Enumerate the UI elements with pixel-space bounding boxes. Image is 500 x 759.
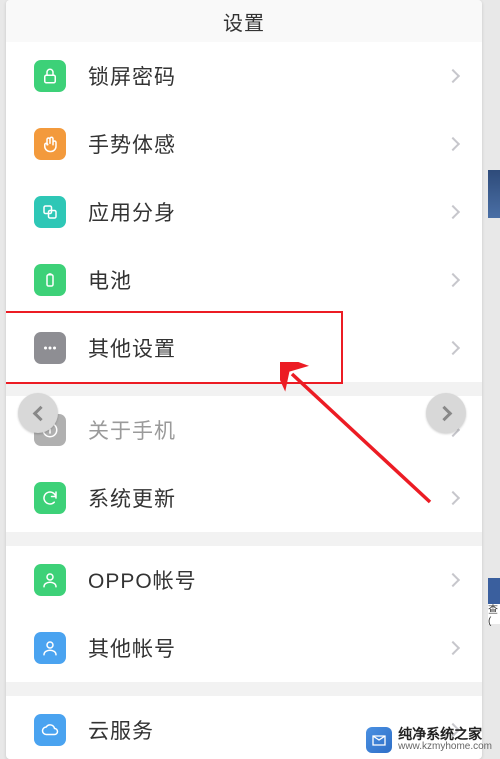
chevron-left-icon [32,405,48,421]
row-label: 关于手机 [88,415,448,445]
watermark-name: 纯净系统之家 [398,727,492,742]
carousel-next-button[interactable] [426,393,466,433]
other-icon [34,332,66,364]
settings-row-oppo[interactable]: OPPO帐号 [6,546,482,614]
page-title: 设置 [223,7,265,36]
carousel-prev-button[interactable] [18,393,58,433]
chevron-right-icon [446,69,460,83]
appclone-icon [34,196,66,228]
row-label: 电池 [88,265,448,295]
chevron-right-icon [446,491,460,505]
watermark: 纯净系统之家 www.kzmyhome.com [366,727,492,753]
settings-group: 锁屏密码手势体感应用分身电池其他设置 [6,42,482,382]
chevron-right-icon [436,405,452,421]
row-label: OPPO帐号 [88,565,448,595]
chevron-right-icon [446,641,460,655]
battery-icon [34,264,66,296]
watermark-url: www.kzmyhome.com [398,742,492,753]
chevron-right-icon [446,137,460,151]
settings-row-other[interactable]: 其他设置 [6,314,482,382]
settings-row-battery[interactable]: 电池 [6,246,482,314]
row-label: 其他帐号 [88,633,448,663]
watermark-logo-icon [366,727,392,753]
chevron-right-icon [446,341,460,355]
row-label: 锁屏密码 [88,61,448,91]
settings-row-appclone[interactable]: 应用分身 [6,178,482,246]
row-label: 应用分身 [88,197,448,227]
header: 设置 [6,0,482,42]
settings-row-gesture[interactable]: 手势体感 [6,110,482,178]
settings-group: 关于手机系统更新 [6,396,482,532]
background-tag: 查( [488,604,500,624]
chevron-right-icon [446,573,460,587]
row-label: 系统更新 [88,483,448,513]
settings-screen: 设置 锁屏密码手势体感应用分身电池其他设置关于手机系统更新OPPO帐号其他帐号云… [6,0,482,759]
settings-row-other-account[interactable]: 其他帐号 [6,614,482,682]
oppo-account-icon [34,564,66,596]
row-label: 其他设置 [88,333,448,363]
lock-icon [34,60,66,92]
settings-list: 锁屏密码手势体感应用分身电池其他设置关于手机系统更新OPPO帐号其他帐号云服务 [6,42,482,759]
background-decoration [488,170,500,218]
chevron-right-icon [446,273,460,287]
settings-row-lockscreen[interactable]: 锁屏密码 [6,42,482,110]
settings-group: OPPO帐号其他帐号 [6,546,482,682]
gesture-icon [34,128,66,160]
settings-row-about[interactable]: 关于手机 [6,396,482,464]
other-account-icon [34,632,66,664]
chevron-right-icon [446,205,460,219]
settings-row-update[interactable]: 系统更新 [6,464,482,532]
row-label: 手势体感 [88,129,448,159]
cloud-icon [34,714,66,746]
update-icon [34,482,66,514]
